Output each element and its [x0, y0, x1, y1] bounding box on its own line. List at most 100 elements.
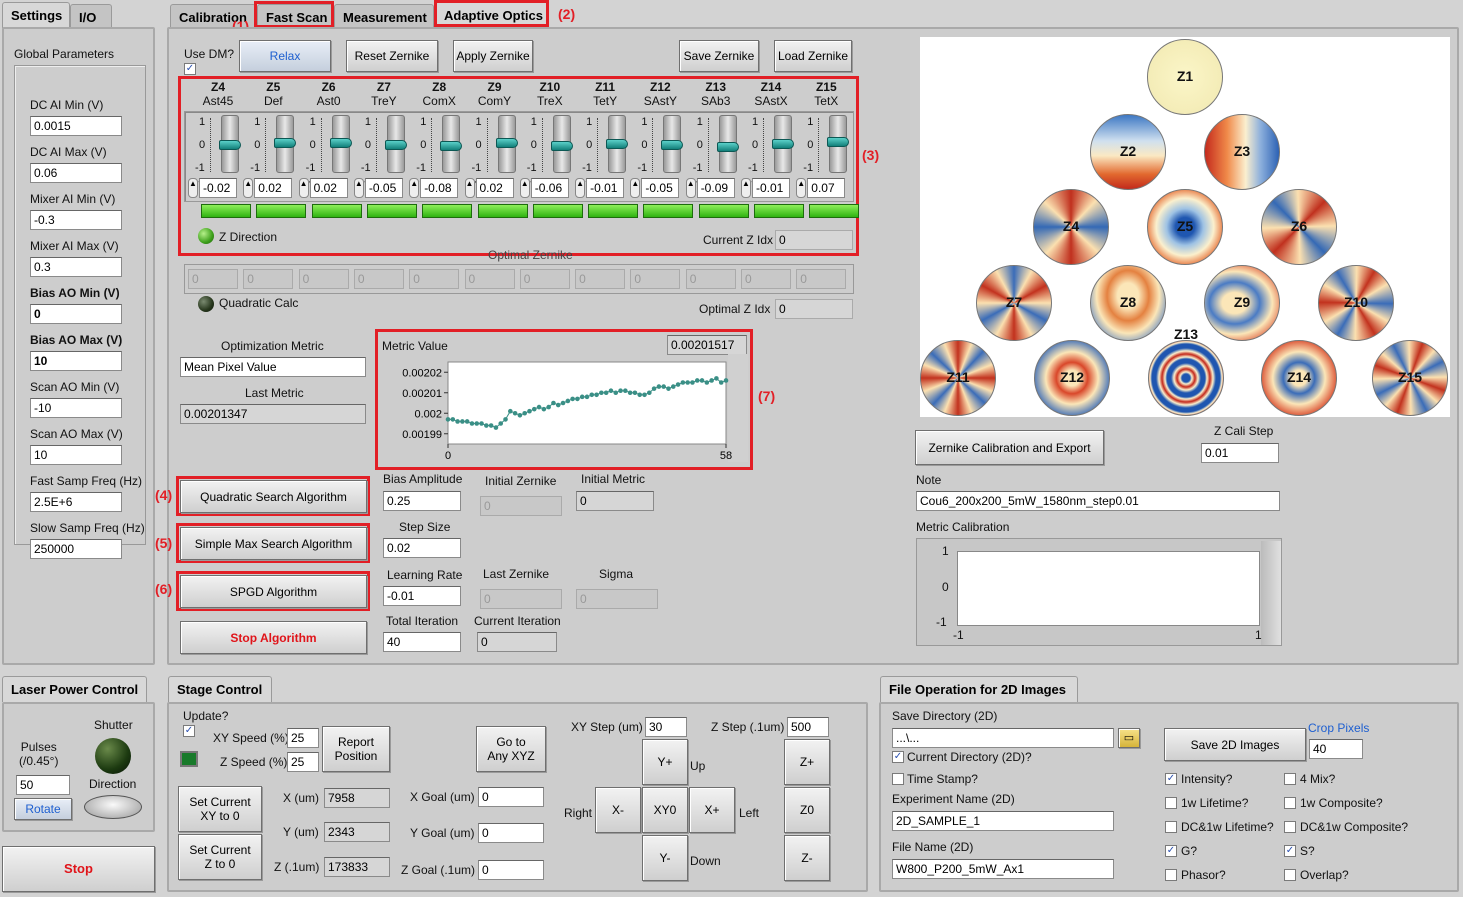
- slider-knob[interactable]: [827, 136, 850, 147]
- apply-zernike-button[interactable]: Apply Zernike: [453, 40, 533, 72]
- spin-control[interactable]: ▲▼: [796, 178, 813, 198]
- slider-knob[interactable]: [550, 140, 573, 151]
- zernike-value-field[interactable]: 0.02: [475, 178, 514, 198]
- slider-knob[interactable]: [329, 138, 352, 149]
- option-checkbox[interactable]: ✓: [1165, 773, 1177, 785]
- z-step-field[interactable]: 500: [787, 717, 829, 737]
- param-field[interactable]: 0.06: [30, 163, 122, 183]
- tab-io[interactable]: I/O: [70, 4, 112, 28]
- learning-rate-field[interactable]: -0.01: [383, 586, 461, 606]
- zernike-value-field[interactable]: -0.02: [199, 178, 237, 198]
- zernike-value-field[interactable]: -0.01: [586, 178, 625, 198]
- z-plus-button[interactable]: Z+: [784, 739, 830, 785]
- tab-settings[interactable]: Settings: [2, 2, 70, 28]
- direction-toggle[interactable]: [84, 795, 142, 819]
- rotate-button[interactable]: Rotate: [14, 798, 72, 820]
- z-goal-field[interactable]: 0: [478, 860, 544, 880]
- option-checkbox[interactable]: [1284, 797, 1296, 809]
- zernike-value-field[interactable]: 0.02: [254, 178, 293, 198]
- stop-algorithm-button[interactable]: Stop Algorithm: [180, 621, 367, 654]
- zernike-value-field[interactable]: -0.01: [752, 178, 790, 198]
- spin-control[interactable]: ▲▼: [409, 178, 426, 198]
- x-goal-field[interactable]: 0: [478, 787, 544, 807]
- spin-control[interactable]: ▲▼: [741, 178, 758, 198]
- stop-button[interactable]: Stop: [2, 846, 155, 892]
- spin-control[interactable]: ▲▼: [188, 178, 205, 198]
- crop-pixels-field[interactable]: 40: [1309, 739, 1363, 759]
- param-field[interactable]: -0.3: [30, 210, 122, 230]
- zernike-value-field[interactable]: 0.02: [309, 178, 348, 198]
- option-checkbox[interactable]: [1165, 869, 1177, 881]
- zernike-value-field[interactable]: -0.09: [696, 178, 735, 198]
- slider-knob[interactable]: [495, 138, 518, 149]
- z0-button[interactable]: Z0: [784, 787, 830, 833]
- pulses-field[interactable]: 50: [16, 775, 70, 795]
- param-field[interactable]: 2.5E+6: [30, 492, 122, 512]
- tab-measurement[interactable]: Measurement: [334, 4, 434, 28]
- option-checkbox[interactable]: [1165, 797, 1177, 809]
- y-plus-button[interactable]: Y+: [642, 739, 688, 785]
- slider-knob[interactable]: [219, 139, 241, 150]
- z-minus-button[interactable]: Z-: [784, 835, 830, 881]
- report-position-button[interactable]: Report Position: [322, 726, 390, 772]
- shutter-led[interactable]: [95, 738, 131, 774]
- slider-knob[interactable]: [772, 139, 794, 150]
- relax-button[interactable]: Relax: [239, 40, 331, 72]
- zernike-calibration-button[interactable]: Zernike Calibration and Export: [915, 430, 1104, 465]
- step-size-field[interactable]: 0.02: [383, 538, 461, 558]
- save-zernike-button[interactable]: Save Zernike: [679, 40, 759, 72]
- xy0-button[interactable]: XY0: [642, 787, 688, 833]
- slider-knob[interactable]: [384, 140, 407, 151]
- option-checkbox[interactable]: [1284, 821, 1296, 833]
- opt-metric-field[interactable]: Mean Pixel Value: [180, 357, 366, 377]
- option-checkbox[interactable]: [1165, 821, 1177, 833]
- y-minus-button[interactable]: Y-: [642, 835, 688, 881]
- go-to-xyz-button[interactable]: Go to Any XYZ: [476, 726, 546, 772]
- slider-knob[interactable]: [716, 141, 739, 152]
- slider-knob[interactable]: [661, 140, 684, 151]
- bias-amplitude-field[interactable]: 0.25: [383, 491, 461, 511]
- save-dir-field[interactable]: ...\...: [892, 728, 1114, 748]
- option-checkbox[interactable]: ✓: [1165, 845, 1177, 857]
- param-field[interactable]: 0.0015: [30, 116, 122, 136]
- spin-control[interactable]: ▲▼: [464, 178, 481, 198]
- slider-knob[interactable]: [274, 138, 297, 149]
- zernike-value-field[interactable]: -0.06: [530, 178, 569, 198]
- param-field[interactable]: 10: [30, 351, 122, 371]
- current-dir-checkbox[interactable]: ✓: [892, 751, 904, 763]
- set-z-zero-button[interactable]: Set Current Z to 0: [178, 834, 262, 880]
- experiment-name-field[interactable]: 2D_SAMPLE_1: [892, 811, 1114, 831]
- quadratic-search-button[interactable]: Quadratic Search Algorithm: [180, 480, 367, 513]
- save-2d-images-button[interactable]: Save 2D Images: [1164, 728, 1306, 761]
- folder-icon[interactable]: ▭: [1118, 728, 1140, 748]
- set-xy-zero-button[interactable]: Set Current XY to 0: [178, 786, 262, 832]
- update-checkbox[interactable]: ✓: [183, 725, 195, 737]
- spin-control[interactable]: ▲▼: [353, 178, 371, 198]
- spgd-button[interactable]: SPGD Algorithm: [180, 575, 367, 608]
- spin-control[interactable]: ▲▼: [243, 178, 260, 198]
- param-field[interactable]: 250000: [30, 539, 122, 559]
- load-zernike-button[interactable]: Load Zernike: [774, 40, 852, 72]
- time-stamp-checkbox[interactable]: [892, 773, 904, 785]
- param-field[interactable]: -10: [30, 398, 122, 418]
- spin-control[interactable]: ▲▼: [298, 178, 315, 198]
- xy-step-field[interactable]: 30: [645, 717, 687, 737]
- option-checkbox[interactable]: [1284, 869, 1296, 881]
- use-dm-checkbox[interactable]: ✓: [184, 63, 196, 75]
- y-goal-field[interactable]: 0: [478, 823, 544, 843]
- zernike-value-field[interactable]: -0.08: [420, 178, 459, 198]
- z-cali-step-field[interactable]: 0.01: [1201, 443, 1279, 463]
- simple-max-search-button[interactable]: Simple Max Search Algorithm: [180, 527, 367, 560]
- spin-control[interactable]: ▲▼: [519, 178, 537, 198]
- total-iteration-field[interactable]: 40: [383, 632, 461, 652]
- x-plus-button[interactable]: X+: [689, 787, 735, 833]
- spin-control[interactable]: ▲▼: [685, 178, 703, 198]
- param-field[interactable]: 0: [30, 304, 122, 324]
- option-checkbox[interactable]: [1284, 773, 1296, 785]
- spin-control[interactable]: ▲▼: [630, 178, 647, 198]
- zernike-value-field[interactable]: -0.05: [364, 178, 403, 198]
- zernike-value-field[interactable]: -0.05: [641, 178, 680, 198]
- zernike-value-field[interactable]: 0.07: [807, 178, 846, 198]
- param-field[interactable]: 10: [30, 445, 122, 465]
- x-minus-button[interactable]: X-: [595, 787, 641, 833]
